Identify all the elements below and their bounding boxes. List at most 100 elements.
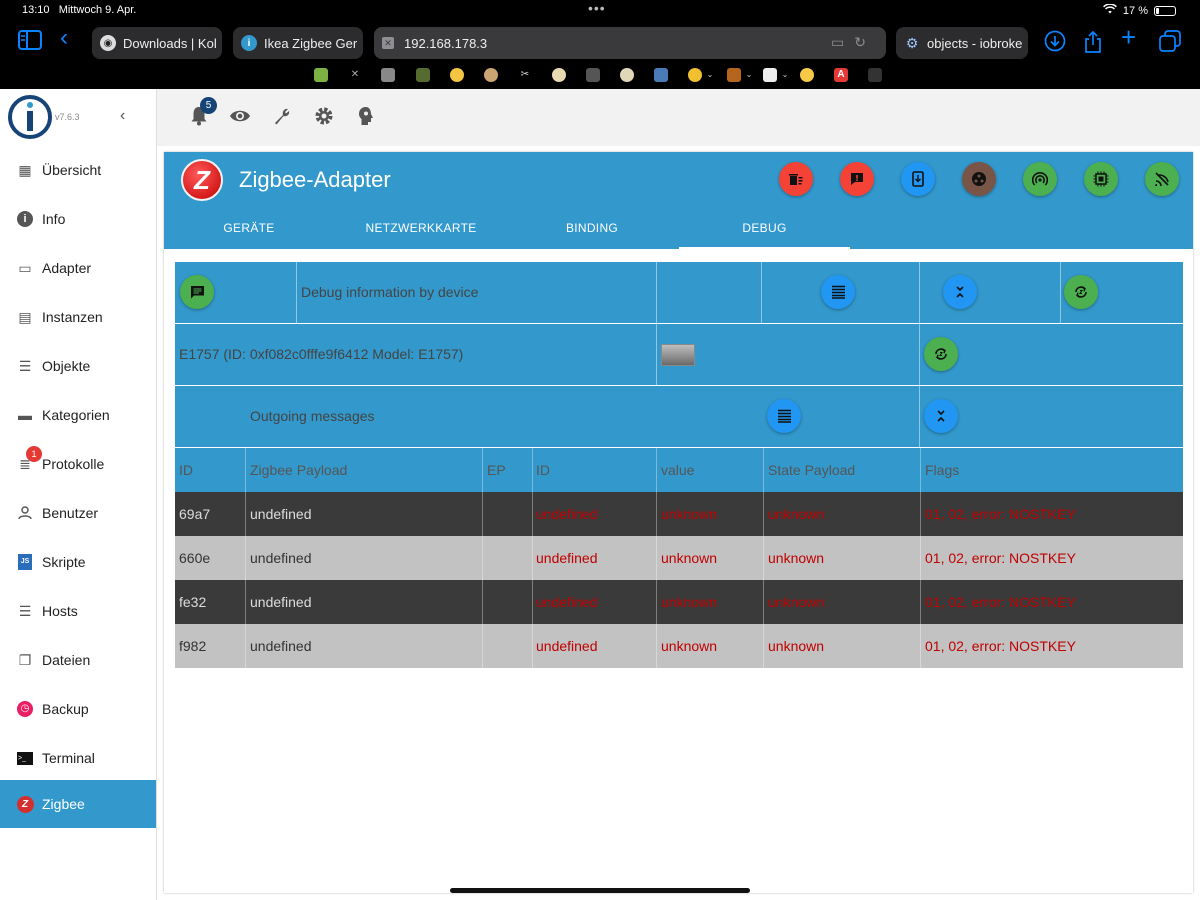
- column-header-attr-id[interactable]: ID: [532, 448, 550, 492]
- bookmark-icon[interactable]: [868, 68, 882, 82]
- bookmark-folder-icon[interactable]: [688, 68, 702, 82]
- sidebar-item-skripte[interactable]: JS Skripte: [0, 538, 156, 586]
- channel-scan-button[interactable]: [1145, 162, 1179, 196]
- tab-binding[interactable]: BINDING: [527, 212, 657, 249]
- column-header-value[interactable]: value: [657, 448, 694, 492]
- status-right: 17 %: [1102, 3, 1176, 17]
- outgoing-collapse-button[interactable]: [924, 399, 958, 433]
- browser-tab-bar: ‹ ◉ Downloads | Kol i Ikea Zigbee Ger ✕ …: [0, 22, 1200, 62]
- bookmark-icon[interactable]: A: [834, 68, 848, 82]
- bookmark-icon[interactable]: [381, 68, 395, 82]
- browser-tab-objects[interactable]: ⚙ objects - iobroke: [896, 27, 1028, 59]
- bookmark-icon[interactable]: [450, 68, 464, 82]
- browser-tab-downloads[interactable]: ◉ Downloads | Kol: [92, 27, 222, 59]
- column-header-ep[interactable]: EP: [483, 448, 506, 492]
- column-header-zigbee-payload[interactable]: Zigbee Payload: [246, 448, 347, 492]
- expert-mode-icon[interactable]: [354, 106, 378, 130]
- bookmark-icon[interactable]: [800, 68, 814, 82]
- chevron-down-icon[interactable]: ⌄: [778, 68, 792, 82]
- sidebar-toggle-icon[interactable]: [18, 30, 42, 55]
- downloads-icon[interactable]: [1044, 30, 1066, 57]
- chevron-down-icon[interactable]: ⌄: [703, 68, 717, 82]
- list-view-button[interactable]: [821, 275, 855, 309]
- cell-state-payload: unknown: [768, 594, 825, 610]
- message-button[interactable]: [180, 275, 214, 309]
- home-indicator[interactable]: [450, 888, 750, 893]
- tab-netzwerkkarte[interactable]: NETZWERKKARTE: [350, 212, 492, 249]
- tab-overview-icon[interactable]: [1159, 30, 1181, 57]
- group-button[interactable]: [962, 162, 996, 196]
- table-row[interactable]: 69a7 undefined undefined unknown unknown…: [175, 492, 1183, 536]
- sidebar-item-zigbee[interactable]: Z Zigbee: [0, 780, 156, 828]
- bookmark-icon[interactable]: [586, 68, 600, 82]
- address-bar[interactable]: ✕ 192.168.178.3 ▭↻: [374, 27, 886, 59]
- status-bar: 13:10 Mittwoch 9. Apr. ••• 17 %: [0, 0, 1200, 22]
- panel-header: Z Zigbee-Adapter GERÄTE NETZWERKKARTE BI…: [164, 152, 1193, 249]
- sidebar-item-benutzer[interactable]: Benutzer: [0, 489, 156, 537]
- sidebar-item-info[interactable]: i Info: [0, 195, 156, 243]
- address-text[interactable]: 192.168.178.3: [404, 36, 487, 51]
- column-header-flags[interactable]: Flags: [921, 448, 959, 492]
- new-tab-icon[interactable]: +: [1121, 24, 1136, 50]
- sidebar-item-backup[interactable]: ◷ Backup: [0, 685, 156, 733]
- sidebar-item-dateien[interactable]: ❐ Dateien: [0, 636, 156, 684]
- tab-geraete[interactable]: GERÄTE: [184, 212, 314, 249]
- wrench-icon[interactable]: [270, 106, 294, 130]
- bookmark-icon[interactable]: [620, 68, 634, 82]
- bookmark-icon[interactable]: ✕: [348, 68, 362, 82]
- pairing-button[interactable]: [901, 162, 935, 196]
- refresh-button[interactable]: [1064, 275, 1098, 309]
- column-header-id[interactable]: ID: [175, 448, 193, 492]
- version-label: v7.6.3: [55, 112, 80, 122]
- report-button[interactable]: [840, 162, 874, 196]
- sidebar-item-objekte[interactable]: ☰ Objekte: [0, 342, 156, 390]
- bookmark-icon[interactable]: [552, 68, 566, 82]
- device-refresh-button[interactable]: [924, 337, 958, 371]
- collapse-button[interactable]: [943, 275, 977, 309]
- table-row[interactable]: 660e undefined undefined unknown unknown…: [175, 536, 1183, 580]
- collapse-sidebar-icon[interactable]: ‹: [120, 107, 125, 125]
- home-folder-icon[interactable]: [763, 68, 777, 82]
- delete-device-button[interactable]: [779, 162, 813, 196]
- reader-reload-icons[interactable]: ▭↻: [831, 34, 876, 51]
- cell-value: unknown: [661, 638, 718, 654]
- column-header-state-payload[interactable]: State Payload: [764, 448, 855, 492]
- bookmark-icon[interactable]: [484, 68, 498, 82]
- chevron-down-icon[interactable]: ⌄: [742, 68, 756, 82]
- sidebar-item-adapter[interactable]: ▭ Adapter: [0, 244, 156, 292]
- js-icon: JS: [16, 553, 34, 571]
- table-row[interactable]: f982 undefined undefined unknown unknown…: [175, 624, 1183, 668]
- table-row[interactable]: fe32 undefined undefined unknown unknown…: [175, 580, 1183, 624]
- backup-icon: ◷: [16, 700, 34, 718]
- gear-icon[interactable]: [312, 106, 336, 130]
- bookmark-icon[interactable]: [314, 68, 328, 82]
- back-icon[interactable]: ‹: [60, 26, 68, 50]
- network-scan-button[interactable]: [1023, 162, 1057, 196]
- sidebar-item-hosts[interactable]: ☰ Hosts: [0, 587, 156, 635]
- cell-state-payload: unknown: [768, 506, 825, 522]
- tab-debug[interactable]: DEBUG: [679, 212, 850, 249]
- sidebar-item-uebersicht[interactable]: ▦ Übersicht: [0, 146, 156, 194]
- sidebar-item-protokolle[interactable]: ≣ Protokolle 1: [0, 440, 156, 488]
- bookmark-icon[interactable]: [416, 68, 430, 82]
- share-icon[interactable]: [1083, 30, 1103, 59]
- browser-tab-ikea[interactable]: i Ikea Zigbee Ger: [233, 27, 363, 59]
- divider: [919, 262, 920, 323]
- bookmark-icon[interactable]: [654, 68, 668, 82]
- multitasking-dots-icon[interactable]: •••: [588, 0, 606, 16]
- cell-id: 660e: [179, 550, 211, 566]
- bookmark-folder-icon[interactable]: [727, 68, 741, 82]
- close-tab-icon[interactable]: ✕: [382, 37, 394, 49]
- sidebar-item-terminal[interactable]: >_ Terminal: [0, 734, 156, 782]
- sidebar-item-instanzen[interactable]: ▤ Instanzen: [0, 293, 156, 341]
- cell-value: unknown: [661, 594, 718, 610]
- cell-attr-id: undefined: [536, 594, 598, 610]
- chip-info-button[interactable]: [1084, 162, 1118, 196]
- iobroker-logo[interactable]: [8, 95, 52, 139]
- divider: [296, 262, 297, 323]
- cell-ep: [483, 492, 487, 536]
- outgoing-list-button[interactable]: [767, 399, 801, 433]
- bookmark-icon[interactable]: ✂: [518, 68, 532, 82]
- eye-icon[interactable]: [228, 106, 252, 130]
- sidebar-item-kategorien[interactable]: ▬ Kategorien: [0, 391, 156, 439]
